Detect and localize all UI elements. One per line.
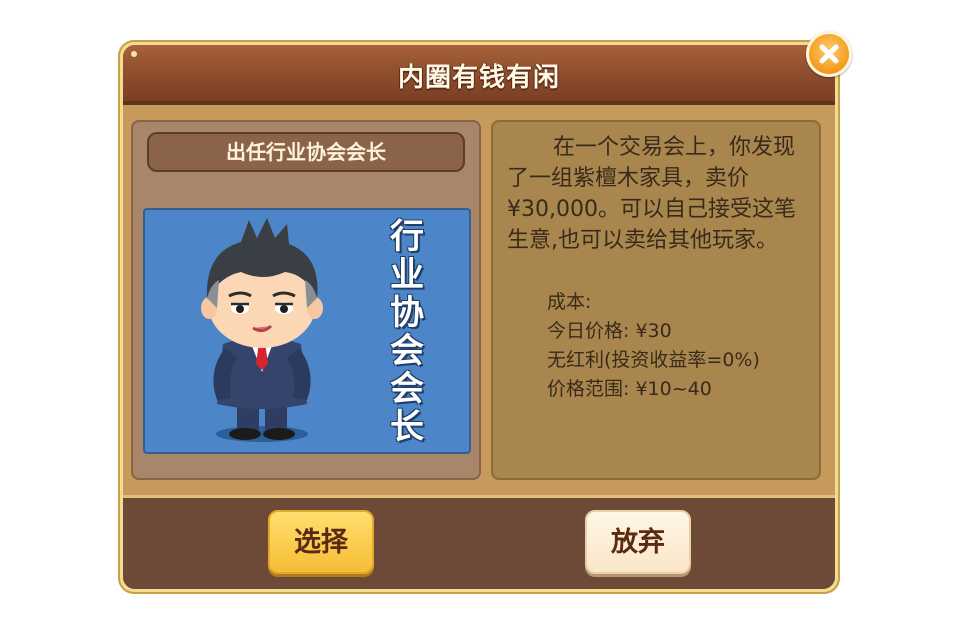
description-panel: 在一个交易会上，你发现了一组紫檀木家具，卖价¥30,000。可以自己接受这笔生意… [491, 120, 821, 480]
close-button[interactable] [806, 31, 852, 77]
dialog-title: 内圈有钱有闲 [397, 63, 560, 93]
event-description: 在一个交易会上，你发现了一组紫檀木家具，卖价¥30,000。可以自己接受这笔生意… [507, 135, 796, 253]
today-price: 今日价格: ¥30 [547, 320, 672, 342]
cost-label: 成本: [547, 291, 592, 313]
dialog-footer [123, 498, 835, 589]
dividend-info: 无红利(投资收益率=0%) [547, 349, 760, 371]
card-title: 出任行业协会会长 [147, 132, 465, 172]
select-button[interactable]: 选择 [268, 510, 374, 574]
stats-block: 成本: 今日价格: ¥30 无红利(投资收益率=0%) 价格范围: ¥10~40 [547, 288, 760, 404]
abandon-button[interactable]: 放弃 [585, 510, 691, 574]
card-panel: 出任行业协会会长 行业协会会长 [131, 120, 481, 480]
businessman-character-icon [201, 218, 323, 442]
close-icon [819, 44, 839, 64]
card-vertical-title: 行业协会会长 [390, 217, 424, 447]
game-stage: 内圈有钱有闲 出任行业协会会长 行业协会会长 在一个交易会上，你发现了一组紫檀木… [0, 0, 960, 640]
price-range: 价格范围: ¥10~40 [547, 378, 712, 400]
card-image: 行业协会会长 [143, 208, 471, 454]
title-bar: 内圈有钱有闲 [123, 45, 835, 105]
